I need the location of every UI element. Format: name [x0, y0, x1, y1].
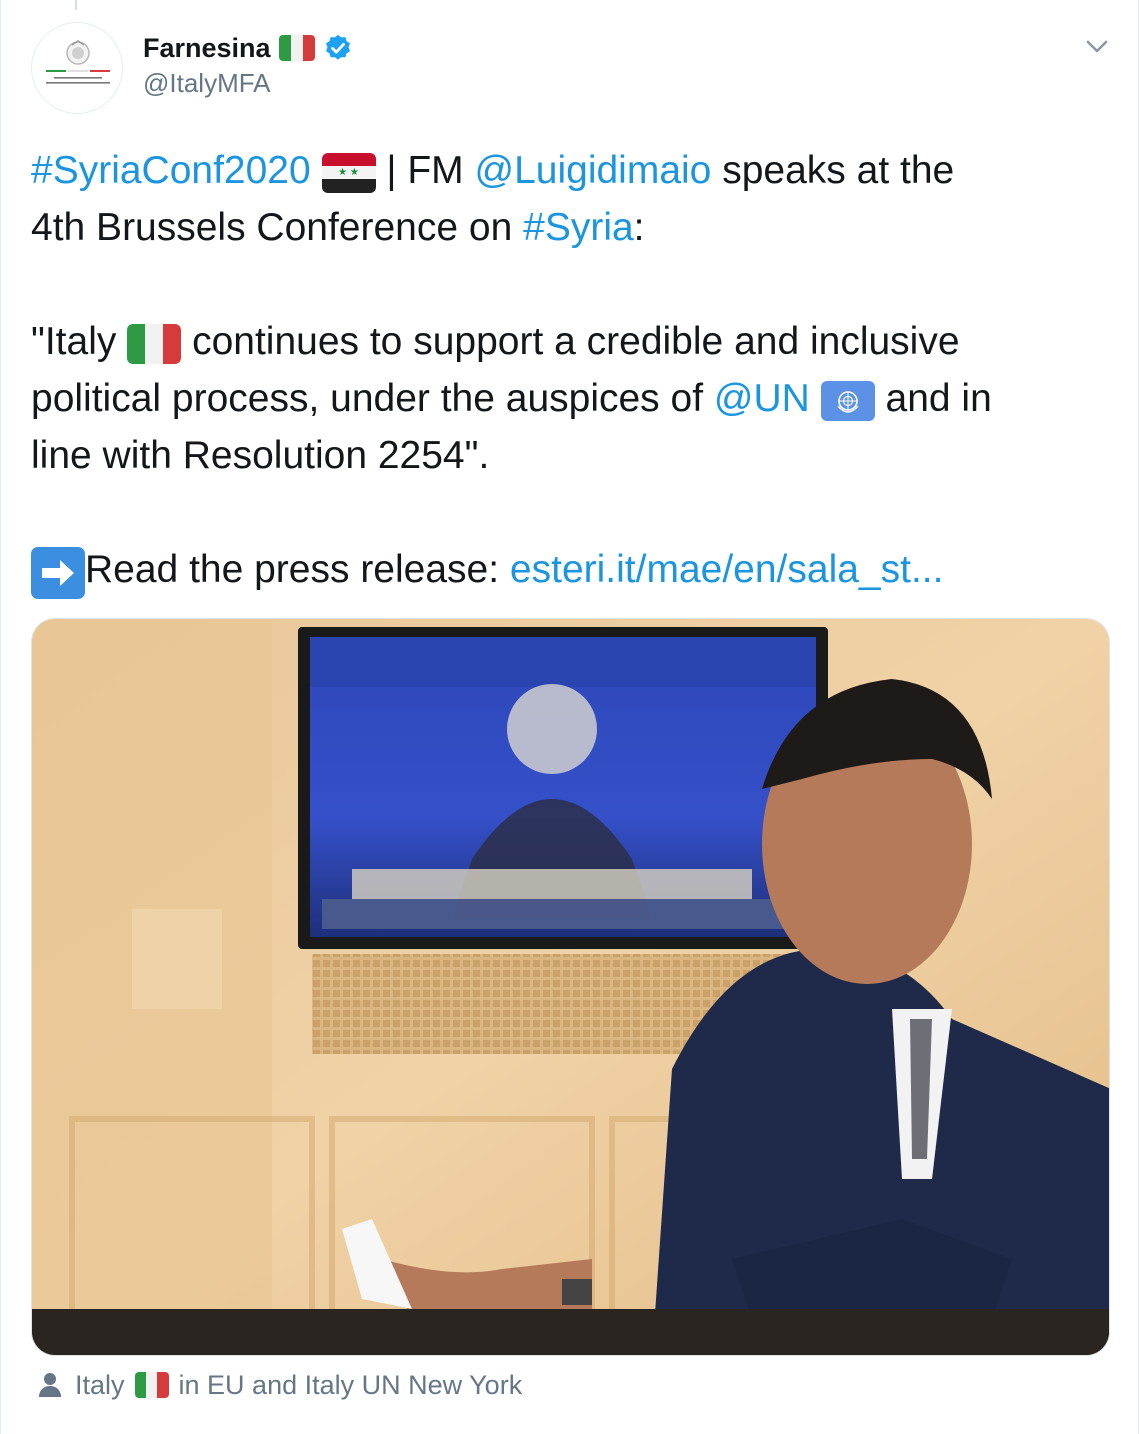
quote-line1-rest: continues to support a credible and incl…: [192, 320, 960, 363]
tweet-line-1: #SyriaConf2020 ★ ★ | FM @Luigidimaio spe…: [31, 142, 1111, 199]
tagged-rest-text: in EU and Italy UN New York: [178, 1369, 523, 1400]
italy-flag-icon: [278, 35, 315, 61]
quote-line-1: "Italy continues to support a credible a…: [31, 313, 1111, 370]
chevron-down-icon[interactable]: [1081, 30, 1113, 62]
ministry-emblem-icon: [46, 40, 110, 84]
tweet-card: Farnesina @ItalyMFA #SyriaConf2020 ★ ★ |…: [0, 0, 1139, 1434]
italy-flag-icon: [127, 323, 182, 364]
account-handle[interactable]: @ItalyMFA: [143, 68, 271, 99]
line1-rest-text: speaks at the: [722, 149, 955, 192]
account-avatar[interactable]: [31, 22, 123, 114]
quote-line-2: political process, under the auspices of…: [31, 370, 1111, 427]
quote-line-3: line with Resolution 2254".: [31, 434, 490, 477]
quote-start-text: "Italy: [31, 320, 117, 363]
tagged-people[interactable]: Italy in EU and Italy UN New York: [35, 1366, 522, 1404]
mention-un[interactable]: @UN: [714, 377, 810, 420]
tweet-line-2: 4th Brussels Conference on #Syria:: [31, 199, 1111, 256]
account-display-name[interactable]: Farnesina: [143, 30, 353, 66]
display-name-text: Farnesina: [143, 32, 271, 63]
thread-connector: [75, 0, 77, 10]
tweet-photo[interactable]: [31, 618, 1110, 1356]
person-icon: [39, 1373, 61, 1397]
mention-luigidimaio[interactable]: @Luigidimaio: [475, 149, 712, 192]
minister-photo-illustration: [32, 619, 1109, 1355]
italy-flag-icon: [134, 1372, 169, 1398]
syria-flag-icon: ★ ★: [321, 152, 376, 193]
verified-badge-icon: [325, 34, 350, 60]
un-flag-icon: [820, 380, 875, 421]
press-release-link[interactable]: esteri.it/mae/en/sala_st...: [510, 548, 944, 591]
quote-line2-rest: and in: [885, 377, 992, 420]
right-arrow-icon: [31, 547, 85, 599]
separator-text: | FM: [386, 149, 464, 192]
quote-line2-text: political process, under the auspices of: [31, 377, 704, 420]
tweet-text: #SyriaConf2020 ★ ★ | FM @Luigidimaio spe…: [31, 142, 1111, 599]
read-more-label: Read the press release:: [85, 548, 500, 591]
read-more-line: Read the press release: esteri.it/mae/en…: [31, 541, 1111, 599]
tagged-start-text: Italy: [75, 1369, 125, 1400]
hashtag-syria[interactable]: #Syria: [523, 206, 634, 249]
line2-colon: :: [633, 206, 645, 249]
hashtag-syriaconf2020[interactable]: #SyriaConf2020: [31, 149, 311, 192]
line2-text: 4th Brussels Conference on: [31, 206, 513, 249]
